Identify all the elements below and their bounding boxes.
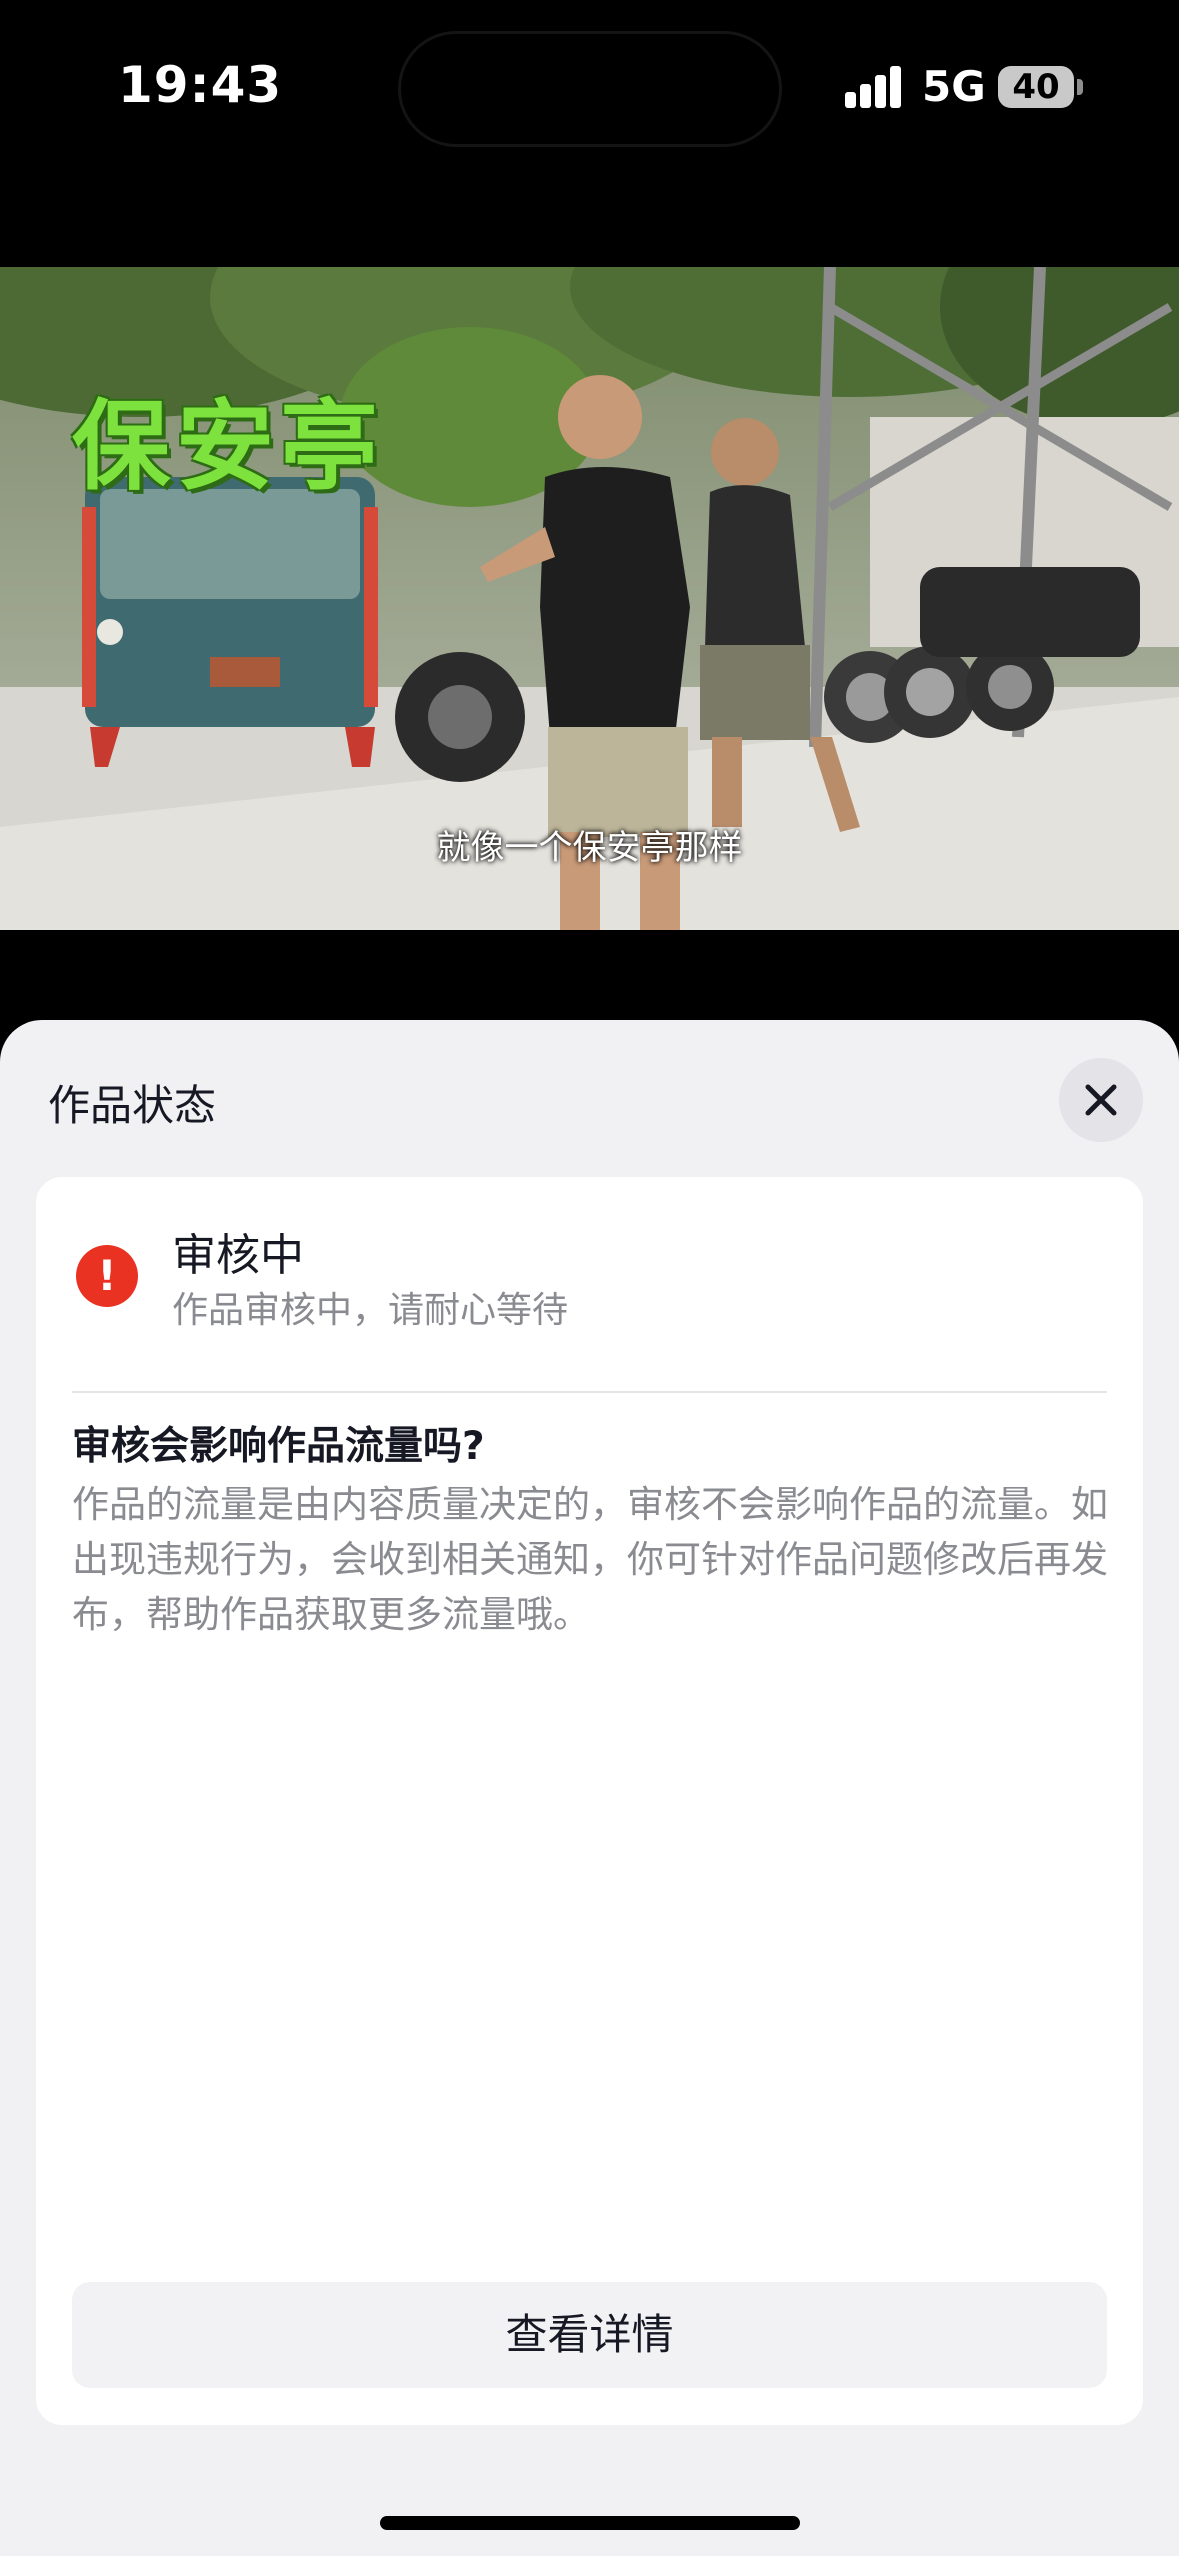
video-subtitle: 就像一个保安亭那样 [436,828,743,868]
signal-icon [845,64,903,108]
status-bar: 19:43 5G 40 [0,0,1179,170]
status-description: 作品审核中，请耐心等待 [172,1290,569,1331]
faq-answer: 作品的流量是由内容质量决定的，审核不会影响作品的流量。如出现违规行为，会收到相关… [72,1483,1108,1636]
home-indicator[interactable] [380,2516,800,2530]
status-title: 审核中 [172,1230,304,1281]
work-status-sheet: 作品状态 ! 审核中 作品审核中，请耐心等待 审核会影响作品流量吗? 作品的流量… [0,1020,1179,2556]
video-overlay-title: 保安亭 [72,390,385,504]
view-details-button[interactable]: 查看详情 [72,2282,1107,2388]
status-card: ! 审核中 作品审核中，请耐心等待 审核会影响作品流量吗? 作品的流量是由内容质… [36,1177,1143,2425]
battery-tip [1077,79,1083,95]
sheet-title: 作品状态 [48,1081,217,1130]
divider [72,1391,1107,1393]
battery-icon: 40 [998,66,1074,108]
dynamic-island [398,31,782,147]
status-time: 19:43 [118,56,283,114]
video-player[interactable]: 保安亭 就像一个保安亭那样 [0,267,1179,930]
network-type: 5G [922,62,986,111]
exclamation-icon: ! [76,1245,138,1307]
faq-question: 审核会影响作品流量吗? [72,1424,485,1469]
close-icon [1085,1084,1117,1116]
close-button[interactable] [1059,1058,1143,1142]
